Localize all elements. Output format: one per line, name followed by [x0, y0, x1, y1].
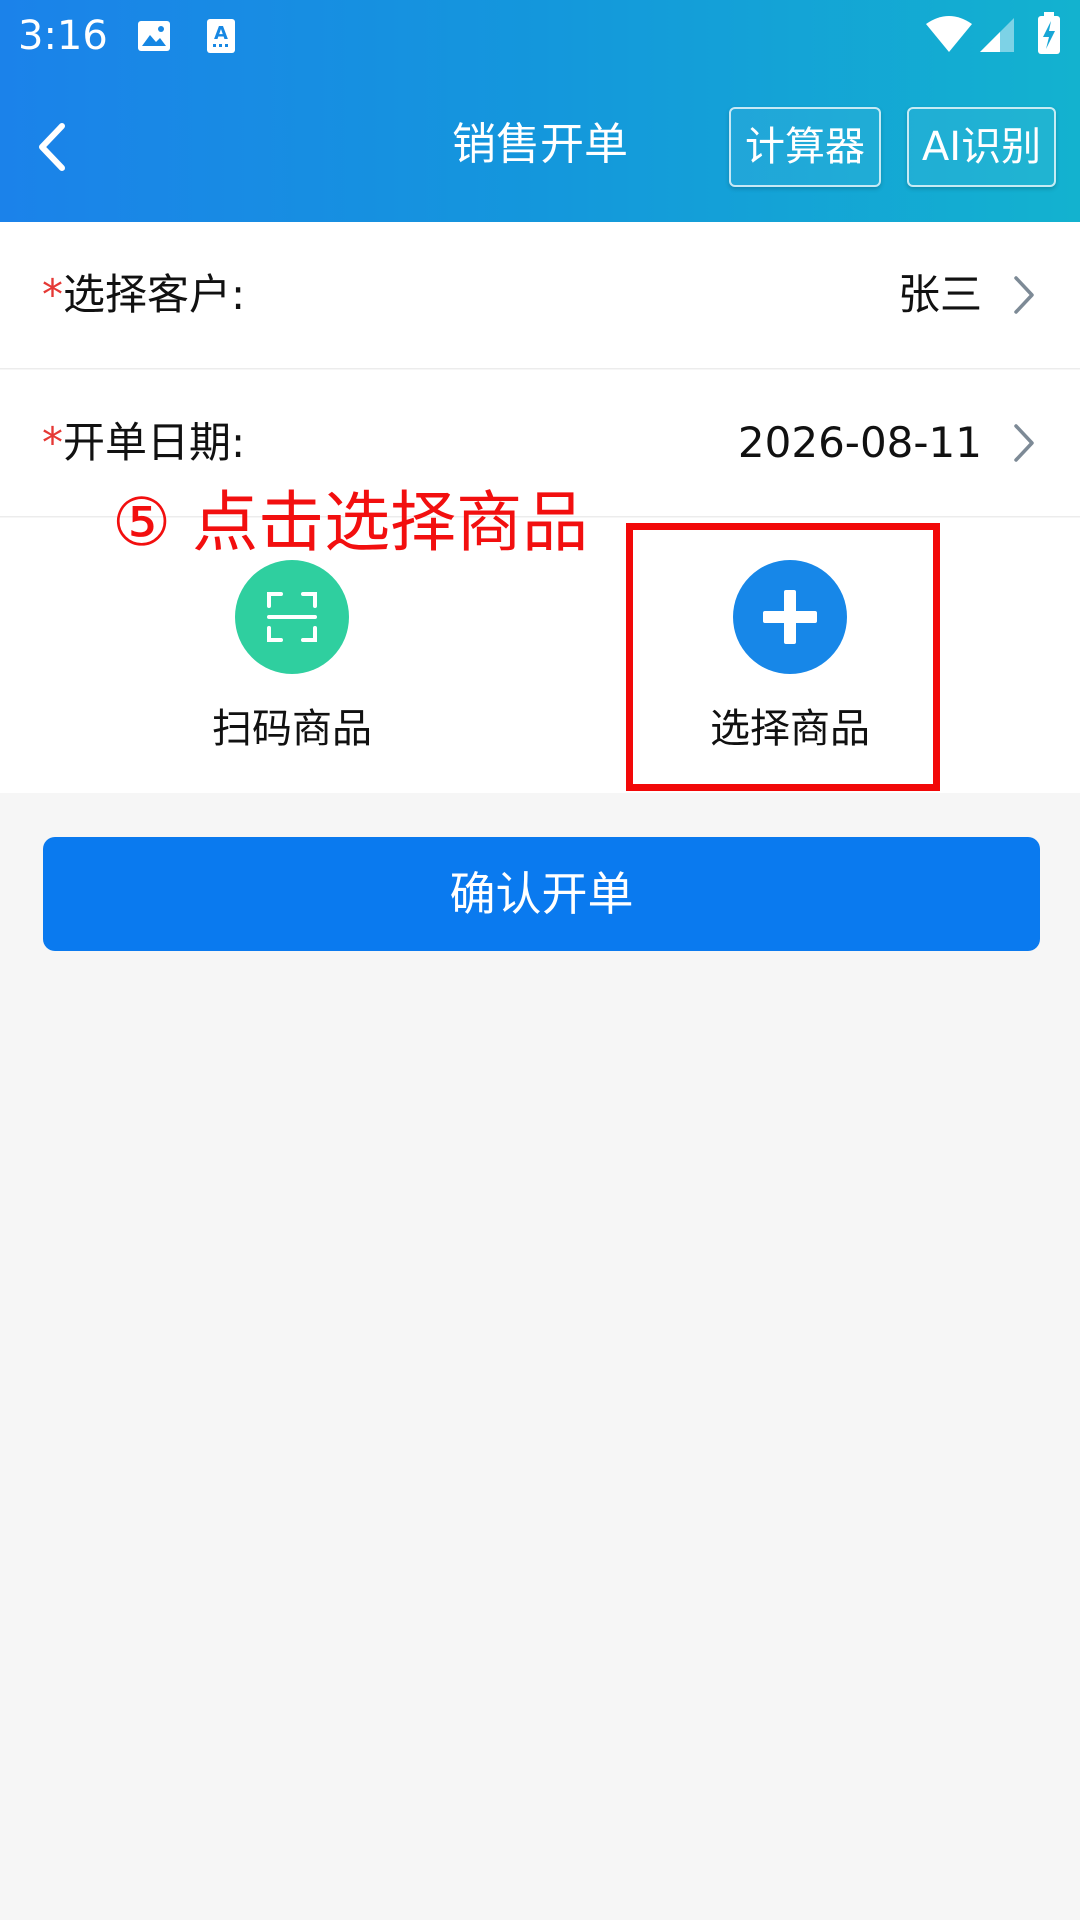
image-icon	[138, 21, 170, 51]
battery-charging-icon	[1038, 12, 1060, 54]
app-bar: 销售开单 计算器 AI识别	[0, 72, 1080, 222]
chevron-right-icon	[1014, 276, 1034, 314]
customer-label-text: 选择客户:	[63, 270, 246, 319]
tutorial-annotation-text: ⑤ 点击选择商品	[112, 484, 589, 561]
scan-icon	[267, 592, 317, 642]
header: 3:16 A 销售开单 计算器 AI识别	[0, 0, 1080, 222]
chevron-right-icon	[1014, 424, 1034, 462]
cell-signal-icon	[980, 18, 1014, 52]
customer-label: *选择客户:	[42, 222, 245, 368]
ai-recognition-button[interactable]: AI识别	[907, 107, 1056, 187]
date-value: 2026-08-11	[737, 418, 982, 467]
back-icon[interactable]	[24, 112, 84, 182]
confirm-order-button[interactable]: 确认开单	[43, 837, 1040, 951]
select-customer-row[interactable]: *选择客户: 张三	[0, 222, 1080, 369]
customer-value: 张三	[897, 270, 982, 319]
svg-text:A: A	[214, 23, 228, 44]
date-label-text: 开单日期:	[63, 418, 246, 467]
wifi-icon	[926, 16, 972, 52]
required-mark: *	[42, 418, 63, 467]
status-bar: 3:16 A	[0, 0, 1080, 72]
scan-circle	[235, 560, 349, 674]
scan-goods-label: 扫码商品	[212, 706, 372, 752]
status-time: 3:16	[18, 13, 108, 59]
calculator-button[interactable]: 计算器	[729, 107, 881, 187]
text-recognition-icon: A	[207, 19, 235, 53]
required-mark: *	[42, 270, 63, 319]
tutorial-highlight-box	[626, 523, 940, 791]
